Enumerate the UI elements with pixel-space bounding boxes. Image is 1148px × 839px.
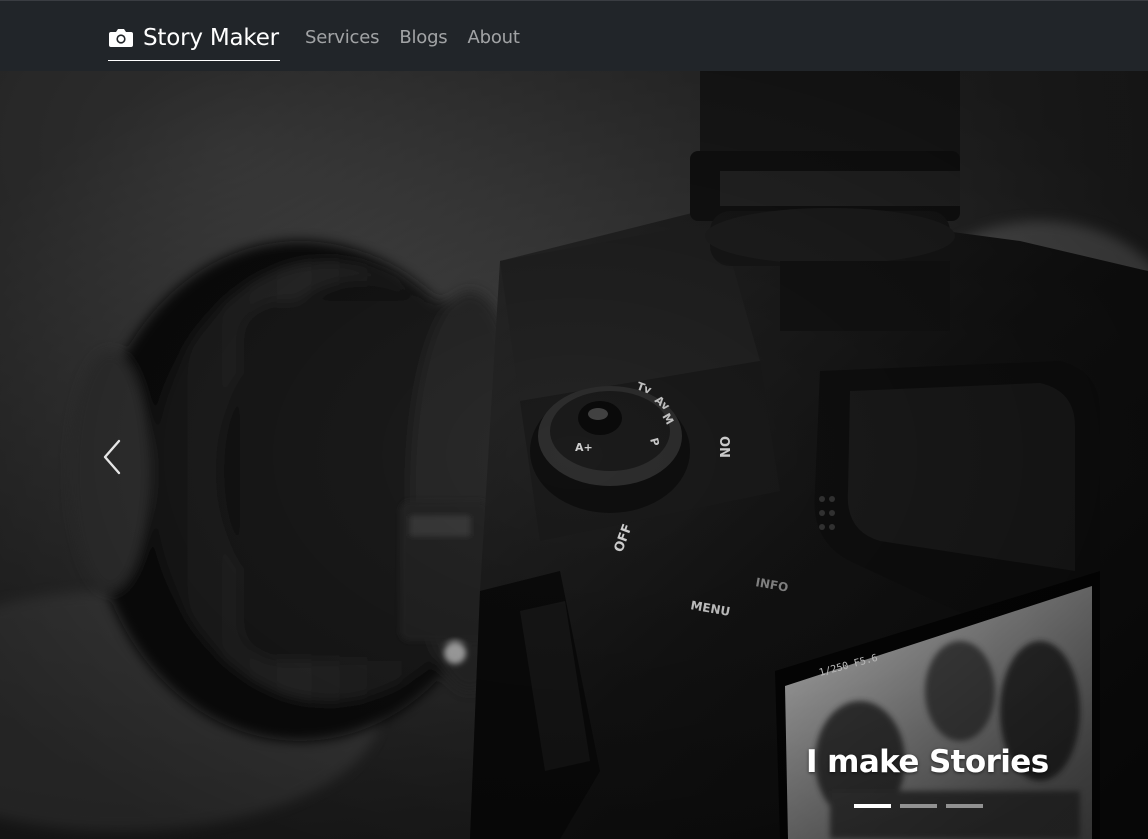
carousel-caption: I make Stories [806,744,1049,780]
carousel-indicator-1[interactable] [854,804,891,808]
top-navbar: Story Maker Services Blogs About [0,0,1148,71]
nav-link-about[interactable]: About [467,25,519,51]
camera-photo: M Av Tv P A+ OFF ON MENU INFO 1/ [0,71,1148,839]
carousel-indicators [854,804,983,808]
carousel-indicator-2[interactable] [900,804,937,808]
chevron-left-icon [103,439,121,475]
brand-link[interactable]: Story Maker [108,21,280,61]
camera-icon [109,29,133,47]
carousel-indicator-3[interactable] [946,804,983,808]
brand-label: Story Maker [143,25,279,51]
hero-carousel: M Av Tv P A+ OFF ON MENU INFO 1/ [0,71,1148,839]
nav-link-services[interactable]: Services [305,25,380,51]
nav-links: Services Blogs About [305,25,540,51]
nav-link-blogs[interactable]: Blogs [399,25,447,51]
carousel-prev-button[interactable] [92,435,132,479]
